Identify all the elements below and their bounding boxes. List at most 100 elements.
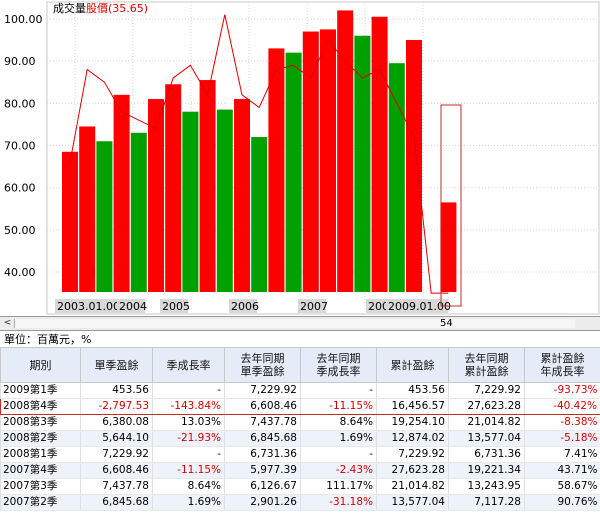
value-cell: 6,845.68 <box>224 430 301 447</box>
value-cell: 453.56 <box>80 382 153 399</box>
y-tick-label: 70.00 <box>4 139 36 152</box>
y-tick-label: 80.00 <box>4 97 36 110</box>
value-cell: -31.18% <box>300 494 377 511</box>
bar <box>79 126 96 292</box>
table-row[interactable]: 2008第1季 7,229.92-6,731.36-7,229.92 6,731.3… <box>0 446 600 463</box>
value-cell: 453.56 <box>376 382 449 399</box>
column-header-line: 單季盈餘 <box>240 365 285 378</box>
bar <box>406 39 422 293</box>
scroll-thumb[interactable] <box>14 319 575 328</box>
bar <box>337 10 354 293</box>
bar <box>199 80 216 292</box>
bar <box>354 35 371 293</box>
table-row[interactable]: 2008第3季 6,380.08 13.03% 7,437.78 8.64% 19,254… <box>0 414 600 431</box>
value-cell: 27,623.28 <box>448 398 525 415</box>
column-header[interactable]: 去年同期 累計盈餘 <box>448 347 525 383</box>
bar <box>320 29 336 293</box>
table-header-row: 期別 單季盈餘 季成長率 去年同期 單季盈餘 去年同期 季成長率 累計盈餘 去年同期 累計盈餘 累計… <box>0 347 600 383</box>
value-cell: 7,229.92 <box>448 382 525 399</box>
column-header[interactable]: 累計盈餘 <box>376 347 449 383</box>
table-row[interactable]: 2007第2季 6,845.68 1.69% 2,901.26 -31.18% 13,57… <box>0 494 600 511</box>
value-cell: 6,845.68 <box>80 494 153 511</box>
value-cell: -2,797.53 <box>80 398 153 415</box>
value-cell: - <box>152 382 225 399</box>
value-cell: 7,437.78 <box>224 414 301 431</box>
legend-volume: 成交量 <box>53 1 86 15</box>
bar <box>96 141 113 292</box>
value-cell: 6,126.67 <box>224 478 301 495</box>
earnings-chart: 100.00 90.00 80.00 70.00 60.00 50.00 40.00 200… <box>4 1 600 315</box>
column-header-line: 年成長率 <box>540 365 585 378</box>
x-tick-label: 2006 <box>231 300 259 313</box>
x-tick-label: 2003.01.00 <box>57 300 120 313</box>
table-row[interactable]: 2007第3季 7,437.78 8.64% 6,126.67 111.17% 21,01… <box>0 478 600 495</box>
bar <box>440 202 457 292</box>
value-cell: 13.03% <box>152 414 225 431</box>
value-cell: 5,977.39 <box>224 462 301 479</box>
bar <box>234 99 250 292</box>
bar <box>165 84 182 292</box>
value-cell: -5.18% <box>524 430 600 447</box>
value-cell: 1.69% <box>152 494 225 511</box>
value-cell: -11.15% <box>152 462 225 479</box>
y-tick-label: 90.00 <box>4 55 36 68</box>
column-header[interactable]: 季成長率 <box>152 347 225 383</box>
value-cell: 13,577.04 <box>448 430 525 447</box>
column-header[interactable]: 期別 <box>0 347 81 383</box>
x-tick-label: 2004 <box>119 300 147 313</box>
column-header[interactable]: 累計盈餘 年成長率 <box>524 347 600 383</box>
value-cell: 6,608.46 <box>224 398 301 415</box>
value-cell: -8.38% <box>524 414 600 431</box>
y-tick-label: 50.00 <box>4 224 36 237</box>
bar <box>130 132 147 292</box>
value-cell: 19,221.34 <box>448 462 525 479</box>
value-cell: 6,608.46 <box>80 462 153 479</box>
value-cell: - <box>300 382 377 399</box>
column-header-line: 累計盈餘 <box>540 352 585 365</box>
x-tick-label: 2005 <box>162 300 190 313</box>
chart-scrollbar[interactable]: < 54 <box>0 316 600 331</box>
value-cell: 7,437.78 <box>80 478 153 495</box>
value-cell: 7,229.92 <box>80 446 153 463</box>
table-row[interactable]: 2009第1季 453.56-7,229.92-453.56 7,229.92 -93… <box>0 382 600 399</box>
y-tick-label: 100.00 <box>4 13 43 26</box>
value-cell: 6,731.36 <box>448 446 525 463</box>
value-cell: 8.64% <box>300 414 377 431</box>
value-cell: 58.67% <box>524 478 600 495</box>
column-header[interactable]: 去年同期 單季盈餘 <box>224 347 301 383</box>
column-header[interactable]: 單季盈餘 <box>80 347 153 383</box>
value-cell: 8.64% <box>152 478 225 495</box>
column-header[interactable]: 去年同期 季成長率 <box>300 347 377 383</box>
y-tick-label: 60.00 <box>4 182 36 195</box>
value-cell: 12,874.02 <box>376 430 449 447</box>
column-header-line: 累計盈餘 <box>464 365 509 378</box>
period-cell: 2008第4季 <box>0 398 81 415</box>
table-row[interactable]: 2008第2季 5,644.10 -21.93% 6,845.68 1.69% 12,87… <box>0 430 600 447</box>
scroll-left-button[interactable]: < <box>2 318 13 329</box>
y-axis-ticks: 100.00 90.00 80.00 70.00 60.00 50.00 40.00 <box>4 13 43 279</box>
column-header-line: 累計盈餘 <box>390 358 435 372</box>
value-cell: 111.17% <box>300 478 377 495</box>
value-cell: 13,243.95 <box>448 478 525 495</box>
value-cell: 5,644.10 <box>80 430 153 447</box>
table-row[interactable]: 2008第4季 -2,797.53 -143.84% 6,608.46 -11.15% 1… <box>0 398 600 415</box>
period-cell: 2007第3季 <box>0 478 81 495</box>
x-tick-label: 2007 <box>300 300 328 313</box>
bar <box>62 151 78 292</box>
value-cell: 21,014.82 <box>448 414 525 431</box>
period-cell: 2007第4季 <box>0 462 81 479</box>
period-cell: 2008第1季 <box>0 446 81 463</box>
bar <box>182 111 199 292</box>
value-cell: -40.42% <box>524 398 600 415</box>
value-cell: -143.84% <box>152 398 225 415</box>
bar <box>251 137 268 292</box>
value-cell: 27,623.28 <box>376 462 449 479</box>
value-cell: 13,577.04 <box>376 494 449 511</box>
value-cell: - <box>152 446 225 463</box>
value-cell: 1.69% <box>300 430 377 447</box>
bar <box>302 31 319 293</box>
value-cell: 90.76% <box>524 494 600 511</box>
table-row[interactable]: 2007第4季 6,608.46 -11.15% 5,977.39 -2.43% 27,6… <box>0 462 600 479</box>
column-header-line: 期別 <box>29 358 52 372</box>
value-cell: -21.93% <box>152 430 225 447</box>
